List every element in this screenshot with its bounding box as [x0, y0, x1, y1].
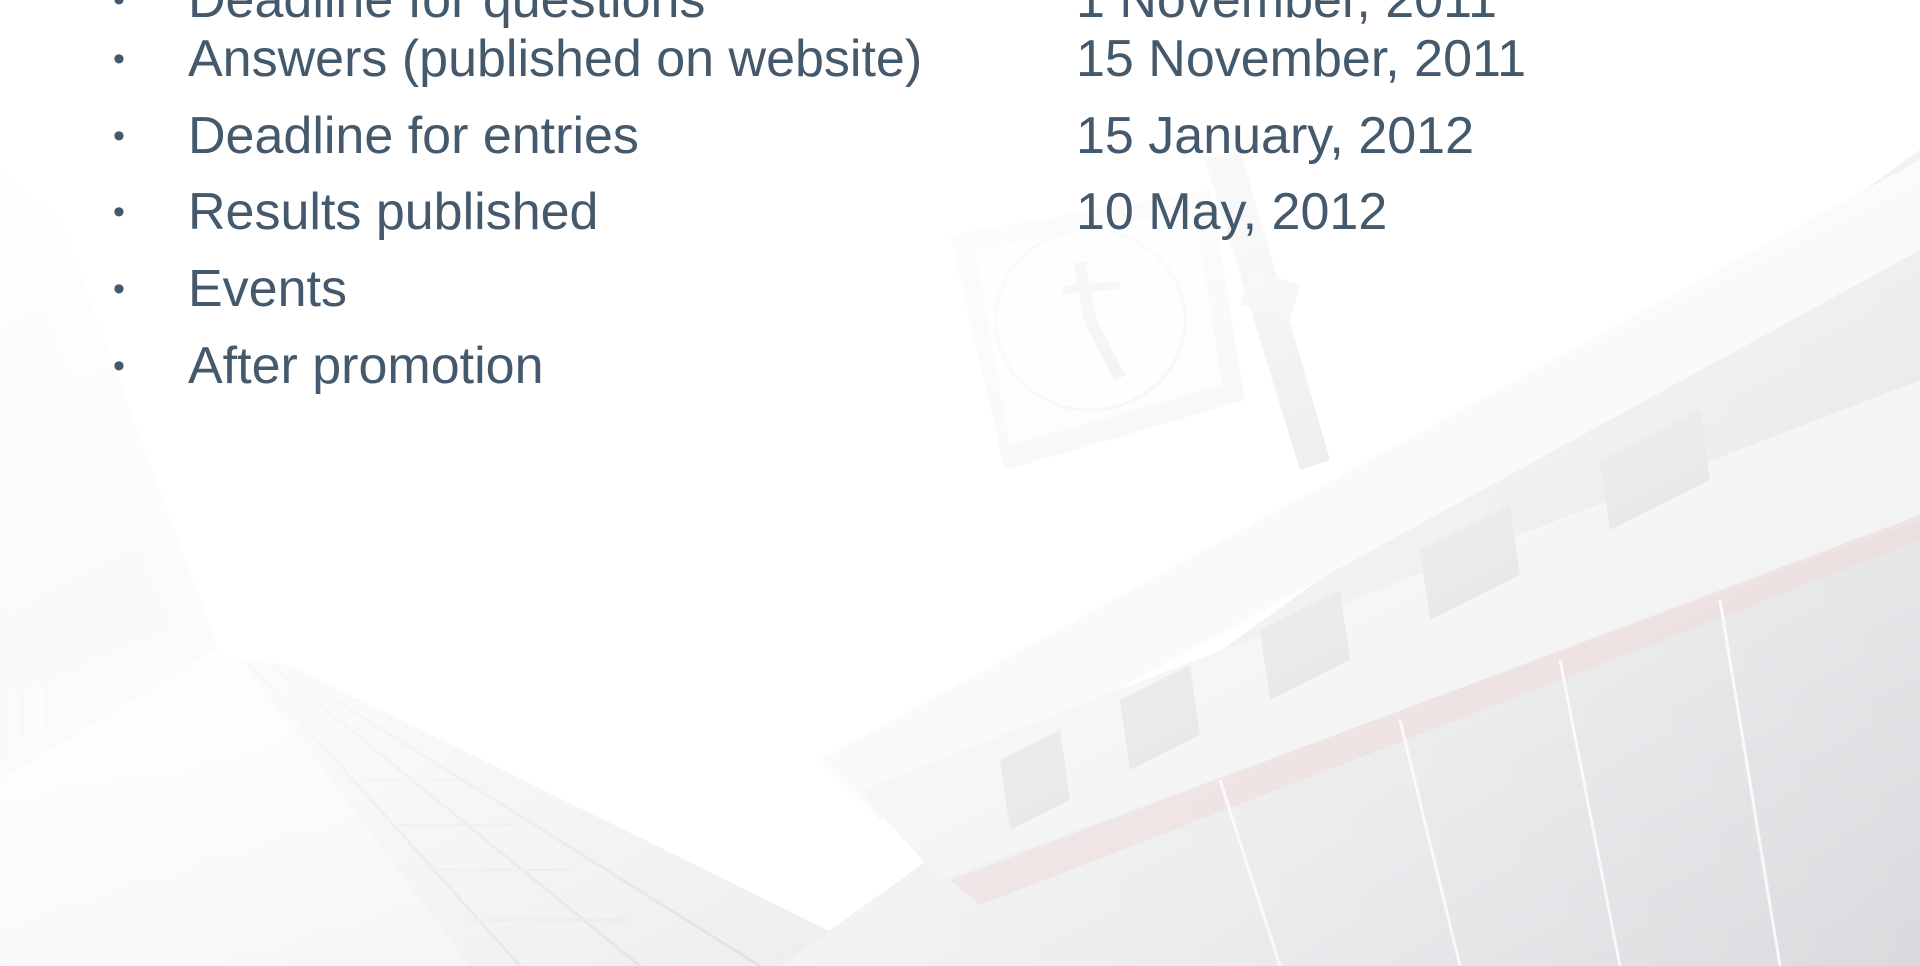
schedule-date: 10 May, 2012 [1076, 183, 1388, 241]
list-item: • After promotion [0, 328, 1920, 405]
list-item: • Deadline for entries 15 January, 2012 [0, 98, 1920, 175]
list-item: • Results published 10 May, 2012 [0, 174, 1920, 251]
schedule-date: 15 January, 2012 [1076, 107, 1474, 165]
schedule-date: 15 November, 2011 [1076, 30, 1526, 88]
bullet-icon: • [113, 40, 125, 78]
schedule-label: After promotion [188, 337, 544, 395]
list-item: • Events [0, 251, 1920, 328]
bullet-icon: • [113, 347, 125, 385]
list-item: • Answers (published on website) 15 Nove… [0, 21, 1920, 98]
schedule-label: Answers (published on website) [188, 30, 923, 88]
schedule-list: • Deadline for questions 1 November, 201… [0, 0, 1920, 966]
bullet-icon: • [113, 270, 125, 308]
schedule-label: Events [188, 260, 347, 318]
schedule-label: Results published [188, 183, 599, 241]
bullet-icon: • [113, 117, 125, 155]
schedule-label: Deadline for entries [188, 107, 639, 165]
bullet-icon: • [113, 193, 125, 231]
